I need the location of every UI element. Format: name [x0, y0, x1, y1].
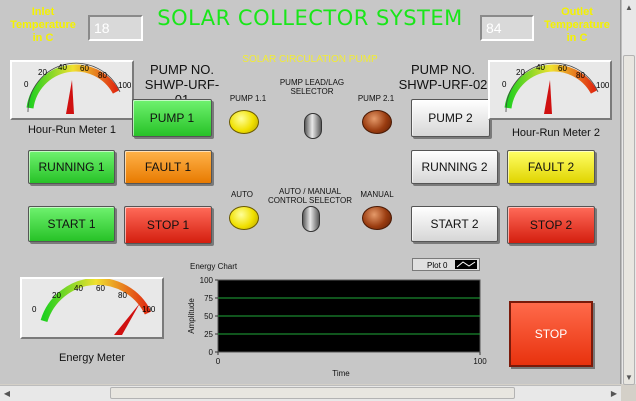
- tick-label: 20: [38, 68, 47, 77]
- lead-lag-toggle[interactable]: [304, 113, 322, 139]
- legend-label: Plot 0: [427, 261, 448, 270]
- hour-run-meter-1-label: Hour-Run Meter 1: [27, 124, 117, 136]
- front-panel: Inlet Temperature in C 18 SOLAR COLLECTO…: [0, 0, 621, 384]
- pump-1-1-label: PUMP 1.1: [229, 94, 267, 103]
- tick-label: 100: [596, 81, 610, 90]
- y-tick-label: 25: [204, 330, 213, 339]
- x-tick-label: 0: [216, 357, 221, 366]
- hour-run-meter-2: 0 20 40 60 80 100: [488, 60, 612, 120]
- outlet-temperature-label: Outlet Temperature in C: [544, 6, 610, 44]
- lead-lag-selector-label: PUMP LEAD/LAG SELECTOR: [279, 78, 345, 96]
- tick-label: 60: [96, 284, 105, 293]
- tick-label: 20: [52, 291, 61, 300]
- manual-led: [362, 206, 392, 230]
- x-axis-label: Time: [332, 369, 350, 378]
- horizontal-scrollbar[interactable]: ◀ ▶: [0, 385, 621, 401]
- vertical-scroll-thumb[interactable]: [623, 55, 635, 385]
- tick-label: 60: [558, 64, 567, 73]
- tick-label: 0: [502, 80, 507, 89]
- tick-label: 0: [32, 305, 37, 314]
- hour-run-meter-1: 0 20 40 60 80 100: [10, 60, 134, 120]
- tick-label: 60: [80, 64, 89, 73]
- needle-icon: [114, 303, 140, 335]
- subtitle: SOLAR CIRCULATION PUMP: [242, 54, 378, 65]
- hour-run-meter-1-gauge: 0 20 40 60 80 100: [24, 62, 132, 114]
- tick-label: 100: [142, 305, 156, 314]
- tick-label: 40: [74, 284, 83, 293]
- y-tick-label: 75: [204, 294, 213, 303]
- fault-1-indicator[interactable]: FAULT 1: [124, 150, 212, 184]
- x-tick-label: 100: [473, 357, 487, 366]
- tick-label: 100: [118, 81, 132, 90]
- y-tick-label: 100: [200, 276, 214, 285]
- stop-1-button[interactable]: STOP 1: [124, 206, 212, 244]
- chart-title: Energy Chart: [190, 262, 238, 271]
- energy-chart: 100 75 50 25 0 0 100 Time Amplitude: [184, 272, 490, 378]
- y-tick-label: 50: [204, 312, 213, 321]
- energy-chart-svg: 100 75 50 25 00 100 Time Amplitude: [187, 276, 487, 378]
- auto-led: [229, 206, 259, 230]
- fault-2-indicator[interactable]: FAULT 2: [507, 150, 595, 184]
- chart-legend[interactable]: Plot 0: [412, 258, 480, 271]
- running-2-indicator[interactable]: RUNNING 2: [411, 150, 498, 184]
- scroll-right-icon[interactable]: ▶: [607, 386, 621, 400]
- auto-manual-toggle[interactable]: [302, 206, 320, 232]
- energy-meter-gauge: 0 20 40 60 80 100: [32, 277, 156, 335]
- tick-label: 40: [58, 63, 67, 72]
- stop-button[interactable]: STOP: [509, 301, 593, 367]
- pump-2-indicator[interactable]: PUMP 2: [411, 99, 490, 137]
- tick-label: 80: [98, 71, 107, 80]
- tick-label: 20: [516, 68, 525, 77]
- legend-swatch: [455, 260, 477, 269]
- y-axis-label: Amplitude: [187, 298, 196, 334]
- vertical-scrollbar[interactable]: ▲ ▼: [621, 0, 636, 385]
- hour-run-meter-2-gauge: 0 20 40 60 80 100: [502, 62, 610, 114]
- auto-label: AUTO: [230, 190, 254, 199]
- horizontal-scroll-thumb[interactable]: [110, 387, 515, 399]
- tick-label: 40: [536, 63, 545, 72]
- start-2-button[interactable]: START 2: [411, 206, 498, 242]
- inlet-temperature-label: Inlet Temperature in C: [10, 6, 76, 44]
- tick-label: 80: [118, 291, 127, 300]
- y-tick-label: 0: [209, 348, 214, 357]
- page-title: SOLAR COLLECTOR SYSTEM: [157, 6, 463, 30]
- inlet-temperature-field[interactable]: 18: [88, 15, 143, 41]
- energy-meter: 0 20 40 60 80 100: [20, 277, 164, 339]
- pump-2-1-led: [362, 110, 392, 134]
- pump-2-name: PUMP NO. SHWP-URF-02: [398, 62, 488, 92]
- scroll-up-icon[interactable]: ▲: [622, 0, 636, 14]
- scroll-left-icon[interactable]: ◀: [0, 386, 14, 400]
- scroll-down-icon[interactable]: ▼: [622, 370, 636, 384]
- outlet-temperature-field[interactable]: 84: [480, 15, 534, 41]
- tick-label: 80: [576, 71, 585, 80]
- stop-2-button[interactable]: STOP 2: [507, 206, 595, 244]
- running-1-indicator[interactable]: RUNNING 1: [28, 150, 115, 184]
- auto-manual-selector-label: AUTO / MANUAL CONTROL SELECTOR: [267, 187, 352, 205]
- energy-meter-label: Energy Meter: [58, 352, 126, 364]
- manual-label: MANUAL: [360, 190, 394, 199]
- tick-label: 0: [24, 80, 29, 89]
- start-1-button[interactable]: START 1: [28, 206, 115, 242]
- pump-1-1-led: [229, 110, 259, 134]
- hour-run-meter-2-label: Hour-Run Meter 2: [511, 127, 601, 139]
- needle-icon: [544, 80, 552, 114]
- needle-icon: [66, 80, 74, 114]
- pump-2-1-label: PUMP 2.1: [357, 94, 395, 103]
- pump-1-indicator[interactable]: PUMP 1: [132, 99, 212, 137]
